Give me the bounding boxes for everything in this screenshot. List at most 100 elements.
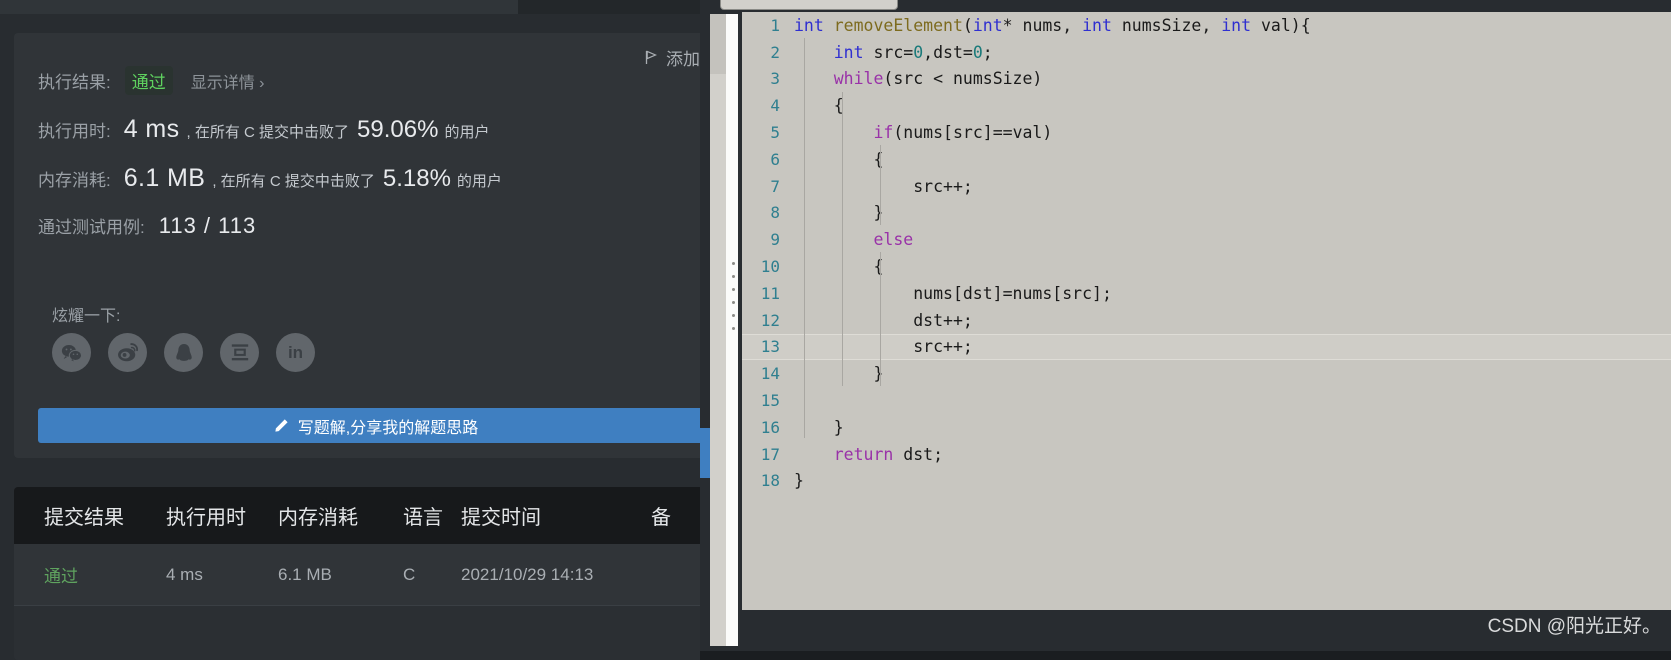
code-text: if(nums[src]==val) (873, 123, 1053, 143)
pencil-icon (275, 419, 288, 432)
share-wechat-button[interactable] (52, 333, 91, 372)
code-text: { (794, 149, 884, 169)
code-text: int src=0,dst=0; (833, 42, 993, 62)
testcases-row: 通过测试用例: 113 / 113 (38, 213, 256, 239)
code-line[interactable]: 12 dst++; (742, 307, 1671, 334)
editor-scrollbar-track[interactable] (710, 14, 726, 646)
code-text: dst++; (794, 310, 973, 330)
douban-icon (231, 343, 248, 360)
code-line[interactable]: 13 src++; (742, 333, 1671, 361)
col-header-language[interactable]: 语言 (403, 501, 461, 530)
write-solution-button[interactable]: 写题解,分享我的解题思路 (38, 408, 700, 443)
top-bar-right (518, 0, 700, 14)
runtime-label: 执行用时: (38, 122, 111, 141)
submission-result-panel: 执行结果: 通过 显示详情 › 添加 执行用时: 4 ms , 在所有 C 提交… (0, 0, 700, 660)
editor-tab[interactable] (720, 0, 898, 10)
editor-change-markers (726, 14, 740, 646)
editor-scrollbar-thumb[interactable] (710, 14, 726, 74)
line-number: 10 (760, 257, 780, 277)
cell-time: 2021/10/29 14:13 (461, 564, 594, 584)
runtime-value: 4 ms (123, 115, 180, 143)
top-bar-left (0, 0, 518, 14)
change-marker-dot (732, 288, 735, 291)
line-number: 12 (760, 310, 780, 330)
code-text: int removeElement(int* nums, int numsSiz… (794, 15, 1311, 35)
write-solution-label: 写题解,分享我的解题思路 (297, 419, 479, 437)
runtime-text-b: 的用户 (444, 124, 490, 141)
line-number: 13 (760, 337, 780, 357)
code-line[interactable]: 18} (742, 468, 1671, 495)
indent-guide (804, 38, 805, 438)
col-header-memory[interactable]: 内存消耗 (278, 501, 403, 530)
memory-row: 内存消耗: 6.1 MB , 在所有 C 提交中击败了 5.18% 的用户 (38, 164, 502, 193)
code-line[interactable]: 11 nums[dst]=nums[src]; (742, 280, 1671, 307)
runtime-text-a: , 在所有 C 提交中击败了 (186, 124, 350, 141)
code-text: } (794, 471, 804, 491)
code-line[interactable]: 6 { (742, 146, 1671, 173)
share-label: 炫耀一下: (52, 308, 121, 325)
col-header-note[interactable]: 备 (651, 501, 700, 530)
code-line[interactable]: 14 } (742, 360, 1671, 387)
change-marker-dot (732, 301, 735, 304)
cell-status[interactable]: 通过 (14, 562, 166, 587)
code-editor-panel: 1 int removeElement(int* nums, int numsSi… (700, 0, 1671, 660)
editor-left-gutter (700, 14, 710, 660)
line-number: 1 (770, 15, 780, 35)
result-label: 执行结果: (38, 73, 111, 92)
code-line[interactable]: 5 if(nums[src]==val) (742, 119, 1671, 146)
memory-text-b: 的用户 (456, 173, 502, 190)
code-text: } (794, 203, 884, 223)
code-line[interactable]: 2 int src=0,dst=0; (742, 39, 1671, 66)
share-linkedin-button[interactable]: in (276, 333, 315, 372)
submissions-table-footer (14, 606, 700, 660)
code-line[interactable]: 16 } (742, 414, 1671, 441)
code-line[interactable]: 17 return dst; (742, 441, 1671, 468)
table-row[interactable]: 通过 4 ms 6.1 MB C 2021/10/29 14:13 (14, 544, 700, 606)
runtime-percent: 59.06% (357, 116, 439, 143)
code-line[interactable]: 4 { (742, 92, 1671, 119)
code-line[interactable]: 3 while(src < numsSize) (742, 66, 1671, 93)
change-marker-dot (732, 262, 735, 265)
col-header-runtime[interactable]: 执行用时 (166, 501, 278, 530)
testcases-label: 通过测试用例: (38, 218, 145, 237)
line-number: 14 (760, 364, 780, 384)
indent-guide (880, 145, 881, 225)
editor-scroll-indicator[interactable] (700, 428, 710, 478)
code-line[interactable]: 8 } (742, 200, 1671, 227)
share-douban-button[interactable] (220, 333, 259, 372)
line-number: 8 (770, 203, 780, 223)
memory-value: 6.1 MB (123, 164, 206, 192)
code-text: return dst; (833, 444, 944, 464)
line-number: 9 (770, 230, 780, 250)
code-line[interactable]: 1 int removeElement(int* nums, int numsSi… (742, 12, 1671, 39)
add-note-button[interactable]: 添加 (645, 45, 700, 70)
share-weibo-button[interactable] (108, 333, 147, 372)
line-number: 3 (770, 69, 780, 89)
line-number: 6 (770, 149, 780, 169)
watermark: CSDN @阳光正好。 (1487, 616, 1661, 637)
code-content[interactable]: 1 int removeElement(int* nums, int numsSi… (742, 12, 1671, 610)
memory-percent: 5.18% (382, 165, 451, 192)
line-number: 2 (770, 42, 780, 62)
code-line[interactable]: 10 { (742, 253, 1671, 280)
linkedin-label: in (287, 342, 304, 362)
add-note-label: 添加 (666, 50, 700, 69)
memory-text-a: , 在所有 C 提交中击败了 (212, 173, 375, 190)
col-header-time[interactable]: 提交时间 (461, 501, 651, 530)
code-line[interactable]: 7 src++; (742, 173, 1671, 200)
code-line[interactable]: 9 else (742, 226, 1671, 253)
submissions-table-header: 提交结果 执行用时 内存消耗 语言 提交时间 备 (14, 487, 700, 544)
testcases-value: 113 / 113 (158, 213, 257, 238)
submissions-table: 提交结果 执行用时 内存消耗 语言 提交时间 备 通过 4 ms 6.1 MB … (14, 487, 700, 660)
code-line[interactable]: 15 (742, 387, 1671, 414)
line-number: 5 (770, 123, 780, 143)
share-qq-button[interactable] (164, 333, 203, 372)
flag-icon (645, 50, 658, 64)
change-marker-dot (732, 275, 735, 278)
col-header-status[interactable]: 提交结果 (14, 501, 166, 530)
cell-runtime: 4 ms (166, 564, 203, 584)
share-icon-list: in (52, 333, 315, 372)
indent-guide (842, 92, 843, 386)
show-detail-link[interactable]: 显示详情 › (191, 69, 265, 93)
code-text: } (794, 364, 884, 384)
